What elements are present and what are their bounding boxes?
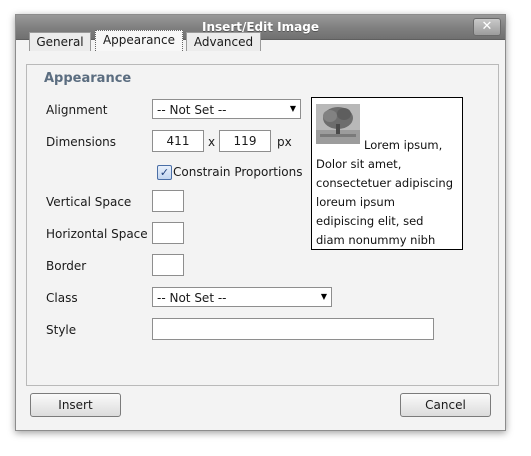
border-input[interactable] bbox=[152, 254, 184, 276]
class-value: -- Not Set -- bbox=[157, 291, 227, 305]
cancel-button[interactable]: Cancel bbox=[400, 393, 491, 417]
constrain-proportions-label[interactable]: Constrain Proportions bbox=[173, 165, 303, 179]
preview-line-1: Lorem ipsum, bbox=[364, 138, 443, 152]
constrain-proportions-checkbox[interactable]: ✓ bbox=[157, 165, 172, 180]
horizontal-space-label: Horizontal Space bbox=[46, 227, 148, 241]
dropdown-arrow-icon: ▼ bbox=[289, 104, 297, 113]
tab-general-label: General bbox=[36, 35, 84, 49]
preview-line-2: Dolor sit amet, bbox=[316, 157, 402, 171]
alignment-label: Alignment bbox=[46, 103, 108, 117]
style-label: Style bbox=[46, 323, 77, 337]
image-preview: Lorem ipsum, Dolor sit amet, consectetue… bbox=[311, 97, 463, 250]
dimensions-separator: x bbox=[208, 135, 216, 149]
vertical-space-input[interactable] bbox=[152, 190, 184, 212]
tab-appearance[interactable]: Appearance bbox=[95, 30, 183, 51]
border-label: Border bbox=[46, 259, 87, 273]
alignment-select[interactable]: -- Not Set -- ▼ bbox=[152, 99, 301, 119]
preview-line-6: diam nonummy nibh bbox=[316, 233, 436, 247]
class-select[interactable]: -- Not Set -- ▼ bbox=[152, 287, 332, 307]
tab-general[interactable]: General bbox=[29, 32, 91, 51]
tab-advanced-label: Advanced bbox=[193, 35, 254, 49]
section-title: Appearance bbox=[44, 71, 132, 86]
vertical-space-label: Vertical Space bbox=[46, 195, 132, 209]
class-label: Class bbox=[46, 291, 78, 305]
preview-line-4: loreum ipsum bbox=[316, 195, 395, 209]
insert-button[interactable]: Insert bbox=[30, 393, 121, 417]
width-input[interactable]: 411 bbox=[152, 130, 204, 152]
preview-line-5: edipiscing elit, sed bbox=[316, 214, 424, 228]
tab-advanced[interactable]: Advanced bbox=[186, 32, 261, 51]
close-button[interactable]: ✕ bbox=[473, 18, 501, 36]
dropdown-arrow-icon: ▼ bbox=[320, 292, 328, 301]
dimensions-label: Dimensions bbox=[46, 135, 117, 149]
horizontal-space-input[interactable] bbox=[152, 222, 184, 244]
close-icon: ✕ bbox=[481, 19, 493, 34]
preview-text: Lorem ipsum, Dolor sit amet, consectetue… bbox=[316, 136, 461, 249]
checkmark-icon: ✓ bbox=[159, 166, 170, 179]
tab-appearance-label: Appearance bbox=[102, 33, 176, 47]
preview-line-3: consectetuer adipiscing bbox=[316, 176, 454, 190]
dimensions-unit: px bbox=[277, 135, 292, 149]
style-input[interactable] bbox=[152, 318, 434, 340]
height-input[interactable]: 119 bbox=[219, 130, 271, 152]
alignment-value: -- Not Set -- bbox=[157, 103, 227, 117]
